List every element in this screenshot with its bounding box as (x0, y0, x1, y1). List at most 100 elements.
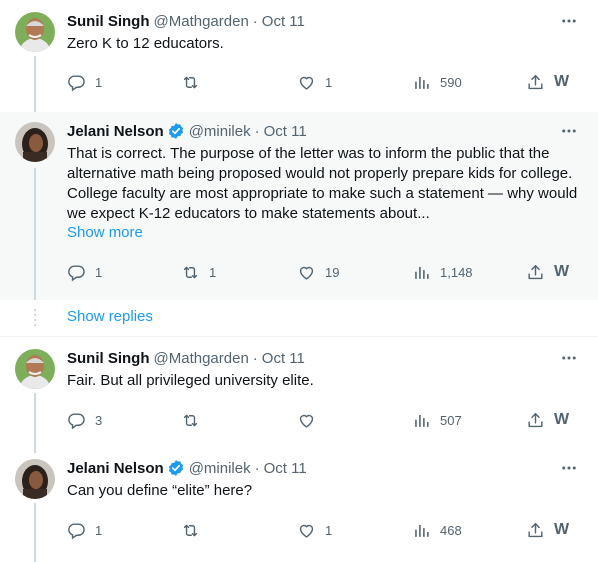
w-button[interactable]: W (554, 520, 569, 540)
views-icon (412, 411, 431, 430)
share-button[interactable] (526, 410, 545, 430)
like-button[interactable]: 1 (297, 72, 332, 92)
thread-line (34, 503, 36, 562)
separator-dot: · (254, 122, 260, 140)
like-icon (297, 521, 316, 540)
retweet-icon (181, 263, 200, 282)
like-icon (297, 263, 316, 282)
reply-count: 1 (95, 522, 103, 538)
show-replies-link[interactable]: Show replies (67, 308, 153, 325)
tweet-actions: 1 1 590 W (67, 72, 579, 92)
tweet-text: That is correct. The purpose of the lett… (67, 145, 578, 222)
view-count: 1,148 (440, 264, 473, 280)
views-button[interactable]: 468 (412, 520, 462, 540)
show-more-link[interactable]: Show more (67, 224, 143, 241)
tweet[interactable]: Sunil Singh @Mathgarden · Oct 11 Fair. B… (0, 337, 598, 453)
share-button[interactable] (526, 520, 545, 540)
like-count: 1 (325, 74, 333, 90)
tweet[interactable]: Jelani Nelson @minilek · Oct 11 Can you … (0, 447, 598, 562)
tweet-text: Can you define “elite” here? (67, 482, 253, 499)
more-icon[interactable] (560, 122, 578, 140)
share-icon (526, 521, 545, 540)
like-button[interactable] (297, 410, 325, 430)
like-count: 1 (325, 522, 333, 538)
share-button[interactable] (526, 72, 545, 92)
like-icon (297, 73, 316, 92)
reply-count: 1 (95, 264, 103, 280)
reply-button[interactable]: 3 (67, 410, 102, 430)
views-icon (412, 521, 431, 540)
timestamp[interactable]: Oct 11 (264, 123, 307, 140)
retweet-icon (181, 73, 200, 92)
more-icon[interactable] (560, 349, 578, 367)
more-icon[interactable] (560, 12, 578, 30)
timestamp[interactable]: Oct 11 (262, 13, 305, 30)
tweet-header: Jelani Nelson @minilek · Oct 11 (67, 458, 307, 478)
timestamp[interactable]: Oct 11 (262, 350, 305, 367)
retweet-icon (181, 521, 200, 540)
avatar[interactable] (15, 12, 55, 52)
retweet-icon (181, 411, 200, 430)
reply-icon (67, 411, 86, 430)
author-name[interactable]: Sunil Singh (67, 13, 150, 30)
retweet-button[interactable] (181, 520, 209, 540)
verified-icon (167, 122, 185, 140)
share-icon (526, 263, 545, 282)
views-button[interactable]: 590 (412, 72, 462, 92)
w-button[interactable]: W (554, 262, 569, 282)
separator-dot: · (254, 459, 260, 477)
like-button[interactable]: 1 (297, 520, 332, 540)
tweet[interactable]: Sunil Singh @Mathgarden · Oct 11 Zero K … (0, 0, 598, 116)
view-count: 468 (440, 522, 462, 538)
tweet-actions: 1 1 19 1,148 W (67, 262, 579, 282)
separator-dot: · (252, 349, 258, 367)
tweet-text: Fair. But all privileged university elit… (67, 372, 314, 389)
reply-button[interactable]: 1 (67, 262, 102, 282)
tweet-actions: 1 1 468 W (67, 520, 579, 540)
view-count: 590 (440, 74, 462, 90)
like-button[interactable]: 19 (297, 262, 339, 282)
retweet-button[interactable]: 1 (181, 262, 216, 282)
verified-icon (167, 459, 185, 477)
thread-line (34, 393, 36, 453)
tweet[interactable]: Jelani Nelson @minilek · Oct 11 That is … (0, 112, 598, 300)
tweet-text: Zero K to 12 educators. (67, 35, 224, 52)
timestamp[interactable]: Oct 11 (264, 460, 307, 477)
avatar[interactable] (15, 349, 55, 389)
share-button[interactable] (526, 262, 545, 282)
views-icon (412, 73, 431, 92)
author-handle[interactable]: @Mathgarden (154, 13, 249, 30)
separator-dot: · (252, 12, 258, 30)
view-count: 507 (440, 412, 462, 428)
thread-line (34, 168, 36, 300)
thread-dots (34, 309, 36, 327)
retweet-button[interactable] (181, 72, 209, 92)
thread-line (34, 56, 36, 116)
author-name[interactable]: Sunil Singh (67, 350, 150, 367)
share-icon (526, 411, 545, 430)
like-count: 19 (325, 264, 340, 280)
w-button[interactable]: W (554, 410, 569, 430)
tweet-header: Jelani Nelson @minilek · Oct 11 (67, 121, 307, 141)
avatar[interactable] (15, 459, 55, 499)
author-name[interactable]: Jelani Nelson (67, 123, 164, 140)
tweet-header: Sunil Singh @Mathgarden · Oct 11 (67, 11, 305, 31)
w-button[interactable]: W (554, 72, 569, 92)
tweet-actions: 3 507 W (67, 410, 579, 430)
reply-icon (67, 521, 86, 540)
views-button[interactable]: 507 (412, 410, 462, 430)
more-icon[interactable] (560, 459, 578, 477)
tweet-header: Sunil Singh @Mathgarden · Oct 11 (67, 348, 305, 368)
reply-count: 3 (95, 412, 103, 428)
author-handle[interactable]: @minilek (189, 123, 251, 140)
retweet-button[interactable] (181, 410, 209, 430)
reply-button[interactable]: 1 (67, 72, 102, 92)
views-icon (412, 263, 431, 282)
reply-button[interactable]: 1 (67, 520, 102, 540)
reply-count: 1 (95, 74, 103, 90)
author-handle[interactable]: @Mathgarden (154, 350, 249, 367)
views-button[interactable]: 1,148 (412, 262, 473, 282)
author-handle[interactable]: @minilek (189, 460, 251, 477)
author-name[interactable]: Jelani Nelson (67, 460, 164, 477)
avatar[interactable] (15, 122, 55, 162)
